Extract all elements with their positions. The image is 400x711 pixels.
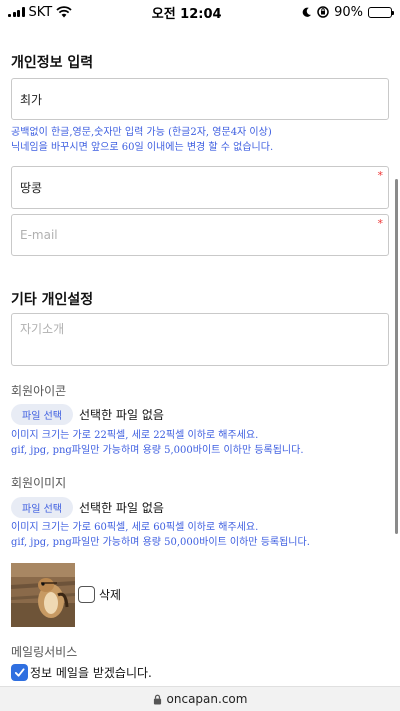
required-mark: * bbox=[377, 169, 384, 182]
member-image-help: 이미지 크기는 가로 60픽셀, 세로 60픽셀 이하로 해주세요. gif, … bbox=[11, 520, 310, 550]
cellular-signal-icon bbox=[8, 7, 25, 17]
nickname-input-value: 땅콩 bbox=[20, 181, 43, 195]
clock: 오전 12:04 bbox=[151, 6, 222, 22]
checkmark-icon bbox=[14, 668, 25, 677]
mailing-checkbox[interactable] bbox=[11, 664, 28, 681]
status-bar: SKT 오전 12:04 90% bbox=[0, 0, 400, 24]
member-image-file-status: 선택한 파일 없음 bbox=[78, 501, 164, 515]
url-bar[interactable]: oncapan.com bbox=[0, 686, 400, 711]
section-title-personal: 개인정보 입력 bbox=[11, 55, 94, 71]
member-icon-help-line-2: gif, jpg, png파일만 가능하며 용량 5,000바이트 이하만 등록… bbox=[11, 445, 304, 456]
moon-icon bbox=[302, 7, 312, 17]
member-icon-file-button[interactable]: 파일 선택 bbox=[11, 404, 73, 425]
member-icon-help-line-1: 이미지 크기는 가로 22픽셀, 세로 22픽셀 이하로 해주세요. bbox=[11, 430, 259, 441]
carrier-name: SKT bbox=[28, 4, 53, 20]
nickname-input[interactable]: 땅콩 * bbox=[11, 166, 389, 209]
delete-image-option[interactable]: 삭제 bbox=[78, 586, 121, 603]
member-image-help-line-2: gif, jpg, png파일만 가능하며 용량 50,000바이트 이하만 등… bbox=[11, 537, 310, 548]
email-placeholder: E-mail bbox=[20, 228, 58, 242]
member-image-thumbnail bbox=[11, 563, 75, 627]
member-image-help-line-1: 이미지 크기는 가로 60픽셀, 세로 60픽셀 이하로 해주세요. bbox=[11, 522, 259, 533]
name-help-line-2: 닉네임을 바꾸시면 앞으로 60일 이내에는 변경 할 수 없습니다. bbox=[11, 142, 274, 153]
member-image-file-button[interactable]: 파일 선택 bbox=[11, 497, 73, 518]
member-icon-label: 회원아이콘 bbox=[11, 384, 67, 398]
section-title-etc: 기타 개인설정 bbox=[11, 292, 94, 308]
required-mark: * bbox=[377, 217, 384, 230]
orientation-lock-icon bbox=[317, 6, 329, 18]
name-input[interactable]: 최가 bbox=[11, 78, 389, 120]
page-content: 개인정보 입력 최가 공백없이 한글,영문,숫자만 입력 가능 (한글2자, 영… bbox=[0, 24, 400, 686]
mailing-checkbox-label: 정보 메일을 받겠습니다. bbox=[30, 666, 152, 680]
intro-textarea[interactable]: 자기소개 bbox=[11, 313, 389, 366]
email-input[interactable]: E-mail * bbox=[11, 214, 389, 256]
url-domain: oncapan.com bbox=[166, 692, 248, 706]
member-icon-file-row: 파일 선택 선택한 파일 없음 bbox=[11, 404, 164, 425]
name-input-value: 최가 bbox=[20, 92, 43, 107]
mailing-option[interactable]: 정보 메일을 받겠습니다. bbox=[11, 664, 152, 681]
member-icon-file-status: 선택한 파일 없음 bbox=[78, 408, 164, 422]
status-right: 90% bbox=[301, 4, 395, 20]
status-left: SKT bbox=[8, 5, 72, 20]
intro-placeholder: 자기소개 bbox=[20, 322, 65, 336]
member-image-label: 회원이미지 bbox=[11, 476, 67, 490]
scrollbar[interactable] bbox=[395, 179, 398, 534]
delete-checkbox[interactable] bbox=[78, 586, 95, 603]
name-help-line-1: 공백없이 한글,영문,숫자만 입력 가능 (한글2자, 영문4자 이상) bbox=[11, 127, 272, 138]
battery-icon bbox=[367, 6, 395, 18]
member-image-file-row: 파일 선택 선택한 파일 없음 bbox=[11, 497, 164, 518]
delete-label: 삭제 bbox=[99, 588, 122, 602]
name-help-text: 공백없이 한글,영문,숫자만 입력 가능 (한글2자, 영문4자 이상) 닉네임… bbox=[11, 125, 273, 155]
battery-percent: 90% bbox=[334, 4, 363, 20]
lock-icon bbox=[153, 694, 161, 704]
member-icon-help: 이미지 크기는 가로 22픽셀, 세로 22픽셀 이하로 해주세요. gif, … bbox=[11, 428, 304, 458]
wifi-icon bbox=[56, 6, 72, 18]
mailing-service-label: 메일링서비스 bbox=[11, 645, 78, 659]
